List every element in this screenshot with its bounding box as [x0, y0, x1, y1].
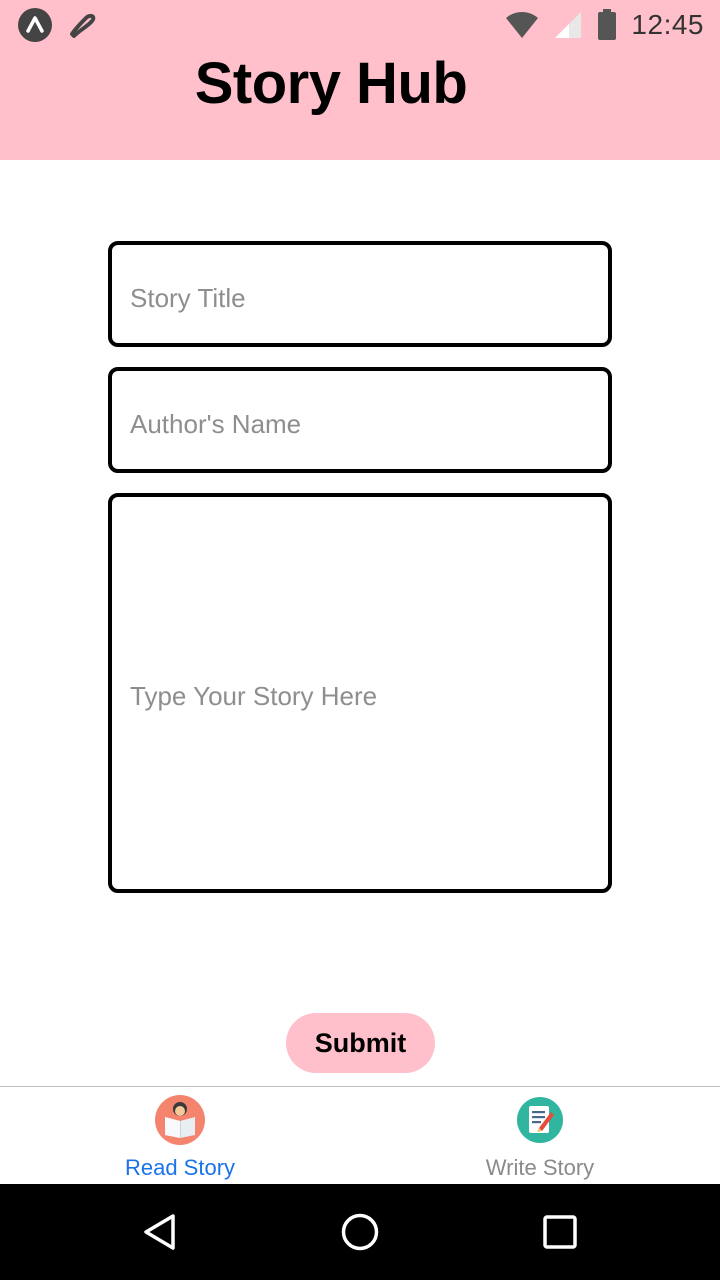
- battery-icon: [598, 9, 617, 40]
- cellular-icon: [555, 12, 582, 38]
- recents-icon[interactable]: [540, 1212, 580, 1252]
- screen: 12:45 Story Hub Story Title Author's Nam…: [0, 0, 720, 1280]
- back-icon[interactable]: [140, 1212, 180, 1252]
- app-b-icon: [66, 8, 100, 42]
- page-title: Story Hub: [194, 51, 468, 116]
- tab-write-story-label: Write Story: [485, 1155, 595, 1180]
- story-text-input[interactable]: Type Your Story Here: [108, 493, 612, 893]
- reading-book-icon: [155, 1095, 205, 1145]
- tab-read-story[interactable]: Read Story: [0, 1087, 360, 1185]
- home-icon[interactable]: [340, 1212, 380, 1252]
- system-nav-bar: [0, 1184, 720, 1280]
- story-title-input[interactable]: Story Title: [108, 241, 612, 347]
- tab-write-story[interactable]: Write Story: [360, 1087, 720, 1185]
- story-text-placeholder: Type Your Story Here: [130, 681, 378, 711]
- submit-button[interactable]: Submit: [286, 1013, 435, 1073]
- status-right: 12:45: [505, 6, 704, 44]
- tab-read-story-label: Read Story: [124, 1155, 236, 1180]
- status-bar: 12:45: [0, 0, 720, 50]
- story-title-placeholder: Story Title: [130, 283, 246, 313]
- author-name-placeholder: Author's Name: [130, 409, 302, 439]
- write-note-icon: [517, 1097, 563, 1143]
- wifi-icon: [506, 12, 539, 38]
- bottom-tab-bar: Read Story Write Story: [0, 1086, 720, 1184]
- header: 12:45 Story Hub: [0, 0, 720, 160]
- status-left: [18, 8, 100, 42]
- clock: 12:45: [631, 9, 704, 40]
- author-name-input[interactable]: Author's Name: [108, 367, 612, 473]
- app-a-icon: [18, 8, 52, 42]
